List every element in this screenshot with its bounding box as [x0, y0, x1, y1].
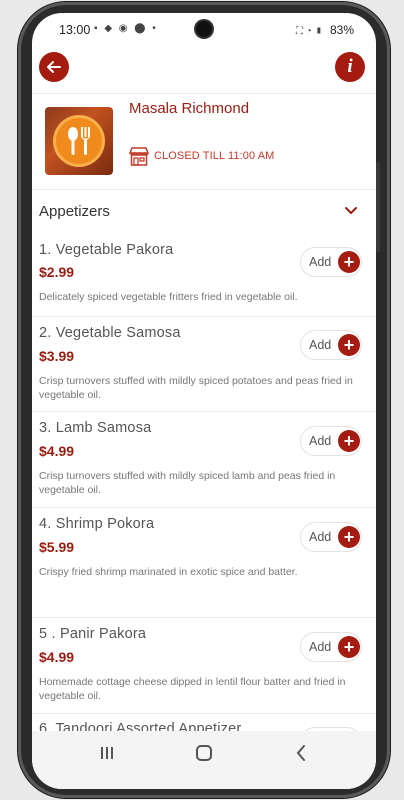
restaurant-header: Masala Richmond CLOSED TILL 11:00 AM — [32, 94, 376, 189]
screen: 13:00 ▪ ◆ ◉ ⬤ • ⛶ ◔ ▮ 83% i Masala Richm… — [32, 13, 376, 789]
fork-spoon-icon — [68, 127, 90, 155]
info-icon: i — [347, 56, 353, 77]
recent-apps-icon[interactable] — [99, 745, 115, 761]
status-right: ⛶ ◔ ▮ 83% — [296, 23, 354, 37]
arrow-left-icon — [47, 61, 61, 73]
add-button[interactable]: Add + — [300, 522, 362, 552]
battery-level: 83% — [329, 23, 354, 37]
item-name: 6. Tandoori Assorted Appetizer — [39, 721, 242, 731]
closed-status-text: CLOSED TILL 11:00 AM — [154, 150, 275, 162]
plus-icon: + — [338, 526, 360, 548]
home-icon[interactable] — [196, 745, 212, 761]
plus-icon: + — [338, 334, 360, 356]
add-label: Add — [309, 434, 332, 448]
item-name: 2. Vegetable Samosa — [39, 325, 181, 341]
category-header[interactable]: Appetizers — [32, 190, 376, 234]
camera-icon — [196, 21, 212, 37]
info-button[interactable]: i — [335, 52, 365, 82]
item-name: 1. Vegetable Pakora — [39, 242, 174, 258]
add-button[interactable]: Add + — [300, 426, 362, 456]
notification-icons: ▪ ◆ ◉ ⬤ • — [94, 23, 158, 34]
item-price: $2.99 — [39, 264, 75, 280]
add-label: Add — [309, 640, 332, 654]
add-label: Add — [309, 338, 332, 352]
menu-item[interactable]: 6. Tandoori Assorted Appetizer — [32, 713, 376, 731]
status-time: 13:00 — [59, 23, 91, 37]
side-button — [376, 162, 380, 252]
item-price: $3.99 — [39, 348, 75, 364]
item-description: Crisp turnovers stuffed with mildly spic… — [39, 470, 336, 496]
item-price: $4.99 — [39, 443, 75, 459]
add-label: Add — [309, 255, 332, 269]
item-price: $5.99 — [39, 539, 75, 555]
restaurant-name: Masala Richmond — [129, 100, 250, 117]
category-title: Appetizers — [39, 203, 110, 220]
menu-item[interactable]: 5 . Panir Pakora $4.99 Homemade cottage … — [32, 617, 376, 713]
item-description: Crisp turnovers stuffed with mildly spic… — [39, 375, 353, 401]
add-label: Add — [309, 530, 332, 544]
item-description: Crispy fried shrimp marinated in exotic … — [39, 566, 298, 578]
status-bar: 13:00 ▪ ◆ ◉ ⬤ • ⛶ ◔ ▮ 83% — [32, 13, 376, 47]
item-description: Homemade cottage cheese dipped in lentil… — [39, 676, 346, 702]
item-price: $4.99 — [39, 649, 75, 665]
menu-item[interactable]: 2. Vegetable Samosa $3.99 Crisp turnover… — [32, 316, 376, 411]
item-name: 5 . Panir Pakora — [39, 626, 147, 642]
top-bar: i — [32, 47, 376, 93]
menu-item[interactable]: 4. Shrimp Pokora $5.99 Crispy fried shri… — [32, 507, 376, 617]
item-description: Delicately spiced vegetable fritters fri… — [39, 291, 298, 303]
back-nav-icon[interactable] — [295, 744, 307, 762]
menu-item[interactable]: 1. Vegetable Pakora $2.99 Delicately spi… — [32, 234, 376, 316]
plus-icon: + — [338, 251, 360, 273]
add-button[interactable]: Add + — [300, 330, 362, 360]
plus-icon: + — [338, 636, 360, 658]
store-status: CLOSED TILL 11:00 AM — [128, 145, 274, 167]
item-name: 3. Lamb Samosa — [39, 420, 152, 436]
store-icon — [128, 147, 150, 166]
system-nav-bar — [32, 731, 376, 789]
back-button[interactable] — [39, 52, 69, 82]
chevron-down-icon[interactable] — [344, 206, 358, 216]
add-button[interactable]: Add + — [300, 632, 362, 662]
restaurant-logo — [45, 107, 113, 175]
menu-item[interactable]: 3. Lamb Samosa $4.99 Crisp turnovers stu… — [32, 411, 376, 507]
item-name: 4. Shrimp Pokora — [39, 516, 155, 532]
add-button[interactable]: Add + — [300, 247, 362, 277]
signal-icon: ⛶ ◔ ▮ — [296, 26, 323, 37]
plus-icon: + — [338, 430, 360, 452]
